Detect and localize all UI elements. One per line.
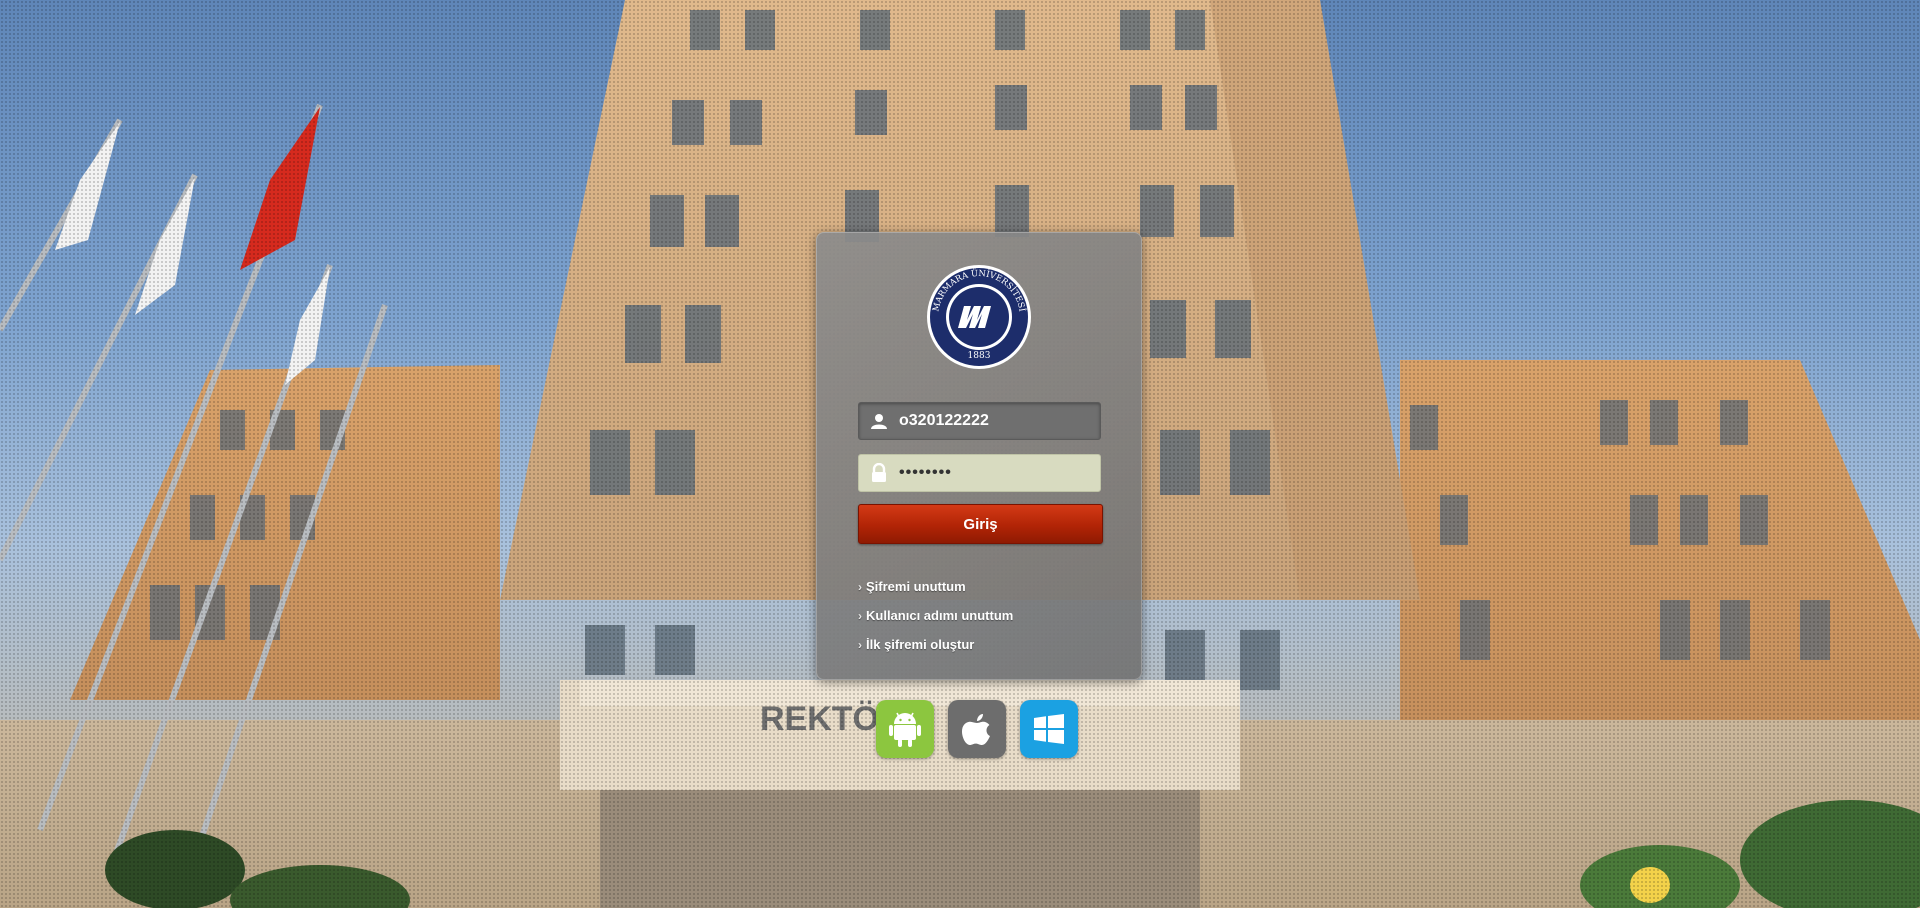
windows-icon [1034, 714, 1064, 744]
login-panel: 1883 MARMARA ÜNİVERSİTESİ Giriş › Şifrem… [816, 232, 1142, 680]
help-links: › Şifremi unuttum › Kullanıcı adımı unut… [858, 572, 1013, 659]
username-input[interactable] [899, 412, 1089, 430]
building-sign: REKTÖ [760, 700, 879, 738]
android-app-button[interactable] [876, 700, 934, 758]
user-icon [859, 402, 899, 440]
forgot-username-label: Kullanıcı adımı unuttum [866, 608, 1014, 623]
create-first-password-link[interactable]: › İlk şifremi oluştur [858, 630, 1013, 659]
login-button[interactable]: Giriş [858, 504, 1103, 544]
chevron-right-icon: › [858, 608, 862, 623]
windows-app-button[interactable] [1020, 700, 1078, 758]
username-field [858, 402, 1101, 440]
logo-year: 1883 [968, 351, 991, 361]
apple-app-button[interactable] [948, 700, 1006, 758]
forgot-password-label: Şifremi unuttum [866, 579, 966, 594]
android-icon [889, 712, 921, 747]
mobile-app-links [876, 700, 1078, 758]
create-first-password-label: İlk şifremi oluştur [866, 637, 975, 652]
password-input[interactable] [899, 464, 1089, 482]
apple-icon [962, 714, 990, 745]
forgot-username-link[interactable]: › Kullanıcı adımı unuttum [858, 601, 1013, 630]
chevron-right-icon: › [858, 579, 862, 594]
university-logo: 1883 MARMARA ÜNİVERSİTESİ [927, 265, 1031, 369]
lock-icon [859, 454, 899, 492]
chevron-right-icon: › [858, 637, 862, 652]
forgot-password-link[interactable]: › Şifremi unuttum [858, 572, 1013, 601]
password-field [858, 454, 1101, 492]
